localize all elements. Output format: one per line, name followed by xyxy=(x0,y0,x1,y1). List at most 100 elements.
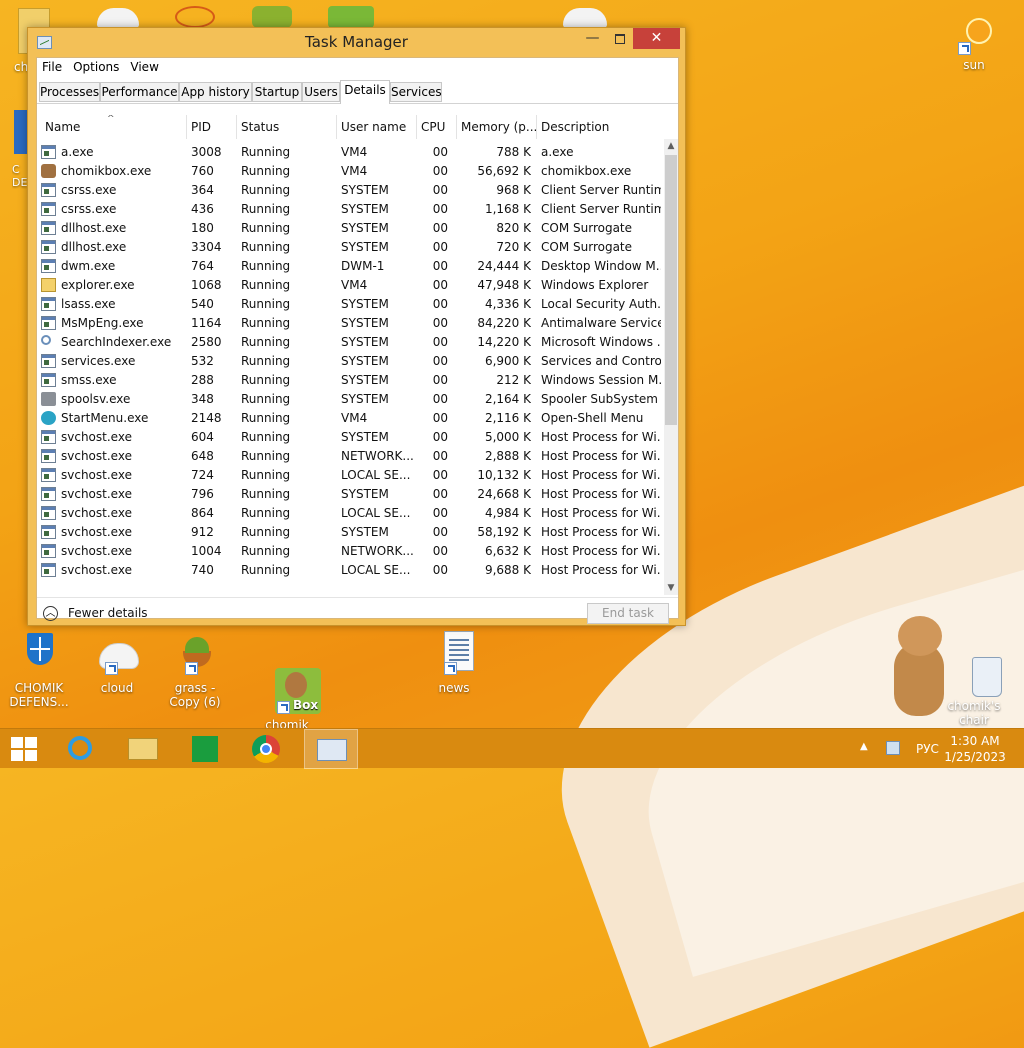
scroll-down-arrow-icon[interactable]: ▼ xyxy=(664,581,678,595)
minimize-button[interactable]: — xyxy=(579,28,606,49)
tab-processes[interactable]: Processes xyxy=(39,82,100,102)
process-status: Running xyxy=(241,278,291,292)
table-row[interactable]: svchost.exe 740 Running LOCAL SE... 00 9,688 … xyxy=(37,561,663,580)
tab-services[interactable]: Services xyxy=(390,82,442,102)
desktop-icon-label: news xyxy=(438,681,470,695)
tab-details[interactable]: Details xyxy=(340,80,390,104)
show-hidden-icons-button[interactable]: ▲ xyxy=(860,741,868,781)
table-row[interactable]: svchost.exe 604 Running SYSTEM 00 5,000 K Host… xyxy=(37,428,663,447)
column-header-memory[interactable]: Memory (p... xyxy=(457,115,537,139)
cloud-icon-top-2[interactable] xyxy=(563,8,607,28)
table-row[interactable]: explorer.exe 1068 Running VM4 00 47,948 K Wind… xyxy=(37,276,663,295)
table-row[interactable]: svchost.exe 648 Running NETWORK... 00 2,888 K… xyxy=(37,447,663,466)
table-row[interactable]: StartMenu.exe 2148 Running VM4 00 2,116 K Open… xyxy=(37,409,663,428)
store-taskbar-button[interactable] xyxy=(180,729,228,769)
table-row[interactable]: csrss.exe 436 Running SYSTEM 00 1,168 K Client… xyxy=(37,200,663,219)
column-header-cpu[interactable]: CPU xyxy=(417,115,457,139)
internet-explorer-taskbar-button[interactable] xyxy=(56,729,104,769)
start-button[interactable] xyxy=(0,729,48,769)
title-bar[interactable]: Task Manager — ✕ xyxy=(28,28,685,57)
process-memory: 5,000 K xyxy=(484,430,531,444)
chrome-taskbar-button[interactable] xyxy=(242,729,290,769)
process-pid: 2148 xyxy=(191,411,222,425)
process-search-icon xyxy=(41,335,51,345)
tab-app-history[interactable]: App history xyxy=(179,82,252,102)
tab-performance[interactable]: Performance xyxy=(100,82,179,102)
table-row[interactable]: MsMpEng.exe 1164 Running SYSTEM 00 84,220 K An… xyxy=(37,314,663,333)
table-row[interactable]: spoolsv.exe 348 Running SYSTEM 00 2,164 K Spoo… xyxy=(37,390,663,409)
task-manager-taskbar-button[interactable] xyxy=(304,729,358,769)
tab-startup[interactable]: Startup xyxy=(252,82,302,102)
scrollbar-thumb[interactable] xyxy=(665,155,677,425)
desktop-icon-chomik-defense[interactable]: CHOMIK DEFENS... xyxy=(2,631,76,709)
table-row[interactable]: svchost.exe 724 Running LOCAL SE... 00 10,132… xyxy=(37,466,663,485)
process-pid: 540 xyxy=(191,297,214,311)
table-row[interactable]: dwm.exe 764 Running DWM-1 00 24,444 K Desktop … xyxy=(37,257,663,276)
desktop-icon-sun[interactable]: sun xyxy=(937,16,1011,72)
clock[interactable]: 1:30 AM 1/25/2023 xyxy=(940,733,1010,773)
menu-view[interactable]: View xyxy=(125,58,164,74)
table-row[interactable]: smss.exe 288 Running SYSTEM 00 212 K Windows S… xyxy=(37,371,663,390)
column-header-description[interactable]: Description xyxy=(537,115,663,139)
folder-icon xyxy=(128,738,158,760)
close-button[interactable]: ✕ xyxy=(633,28,680,49)
table-row[interactable]: svchost.exe 1004 Running NETWORK... 00 6,632 … xyxy=(37,542,663,561)
process-cpu: 00 xyxy=(432,563,448,577)
process-status: Running xyxy=(241,373,291,387)
process-status: Running xyxy=(241,525,291,539)
chomik-icon-top[interactable] xyxy=(328,6,374,28)
process-cpu: 00 xyxy=(432,240,448,254)
table-row[interactable]: svchost.exe 864 Running LOCAL SE... 00 4,984 … xyxy=(37,504,663,523)
chevron-up-icon[interactable]: ︿ xyxy=(43,606,58,621)
process-description: Host Process for Wi... xyxy=(541,525,661,539)
table-row[interactable]: dllhost.exe 180 Running SYSTEM 00 820 K COM Su… xyxy=(37,219,663,238)
atom-icon-top[interactable] xyxy=(175,6,215,28)
left-partial-icon[interactable] xyxy=(14,110,28,154)
fewer-details-link[interactable]: Fewer details xyxy=(68,606,148,620)
internet-explorer-icon xyxy=(68,736,92,760)
process-pid: 288 xyxy=(191,373,214,387)
process-memory: 58,192 K xyxy=(477,525,531,539)
language-indicator[interactable]: РУС xyxy=(916,742,939,782)
column-header-pid[interactable]: PID xyxy=(187,115,237,139)
maximize-button[interactable] xyxy=(606,28,633,49)
process-exe-icon xyxy=(41,297,56,311)
menu-options[interactable]: Options xyxy=(68,58,125,74)
table-row[interactable]: chomikbox.exe 760 Running VM4 00 56,692 Kchom… xyxy=(37,162,663,181)
process-pid: 1164 xyxy=(191,316,222,330)
desktop-icon-cloud[interactable]: cloud xyxy=(80,631,154,695)
file-explorer-taskbar-button[interactable] xyxy=(118,729,166,769)
grass-icon-top[interactable] xyxy=(252,6,292,28)
table-row[interactable]: svchost.exe 912 Running SYSTEM 00 58,192 K Hos… xyxy=(37,523,663,542)
table-row[interactable]: lsass.exe 540 Running SYSTEM 00 4,336 K Local … xyxy=(37,295,663,314)
table-row[interactable]: svchost.exe 796 Running SYSTEM 00 24,668 K Hos… xyxy=(37,485,663,504)
end-task-button[interactable]: End task xyxy=(587,603,669,624)
table-row[interactable]: csrss.exe 364 Running SYSTEM 00 968 K Client S… xyxy=(37,181,663,200)
process-exe-icon xyxy=(41,487,56,501)
maximize-icon xyxy=(614,34,625,44)
column-header-status[interactable]: Status xyxy=(237,115,337,139)
table-row[interactable]: SearchIndexer.exe 2580 Running SYSTEM 00 14,2… xyxy=(37,333,663,352)
process-exe-icon xyxy=(41,525,56,539)
process-exe-icon xyxy=(41,506,56,520)
scroll-up-arrow-icon[interactable]: ▲ xyxy=(664,139,678,153)
process-cpu: 00 xyxy=(432,449,448,463)
menu-file[interactable]: File xyxy=(37,58,68,74)
vertical-scrollbar[interactable]: ▲ ▼ xyxy=(664,139,678,595)
task-manager-window[interactable]: Task Manager — ✕ File Options View Process… xyxy=(27,27,686,626)
network-icon[interactable] xyxy=(886,741,900,755)
column-header-name[interactable]: Name ^ xyxy=(41,115,187,139)
desktop-icon-grass[interactable]: grass - Copy (6) xyxy=(158,631,232,709)
desktop-icon-news[interactable]: news xyxy=(417,631,491,695)
table-row[interactable]: a.exe 3008 Running VM4 00 788 Ka.exe xyxy=(37,143,663,162)
tab-users[interactable]: Users xyxy=(302,82,340,102)
table-row[interactable]: dllhost.exe 3304 Running SYSTEM 00 720 K COM S… xyxy=(37,238,663,257)
chrome-center xyxy=(260,743,272,755)
process-cpu: 00 xyxy=(432,506,448,520)
desktop-icon-chomik[interactable]: Box chomik xyxy=(250,668,324,730)
table-row[interactable]: services.exe 532 Running SYSTEM 00 6,900 K Ser… xyxy=(37,352,663,371)
process-memory: 24,444 K xyxy=(477,259,531,273)
column-header-user-name[interactable]: User name xyxy=(337,115,417,139)
cloud-icon-top-1[interactable] xyxy=(97,8,139,28)
desktop-icon-recycle-bin[interactable]: chomik's chair xyxy=(937,655,1011,727)
